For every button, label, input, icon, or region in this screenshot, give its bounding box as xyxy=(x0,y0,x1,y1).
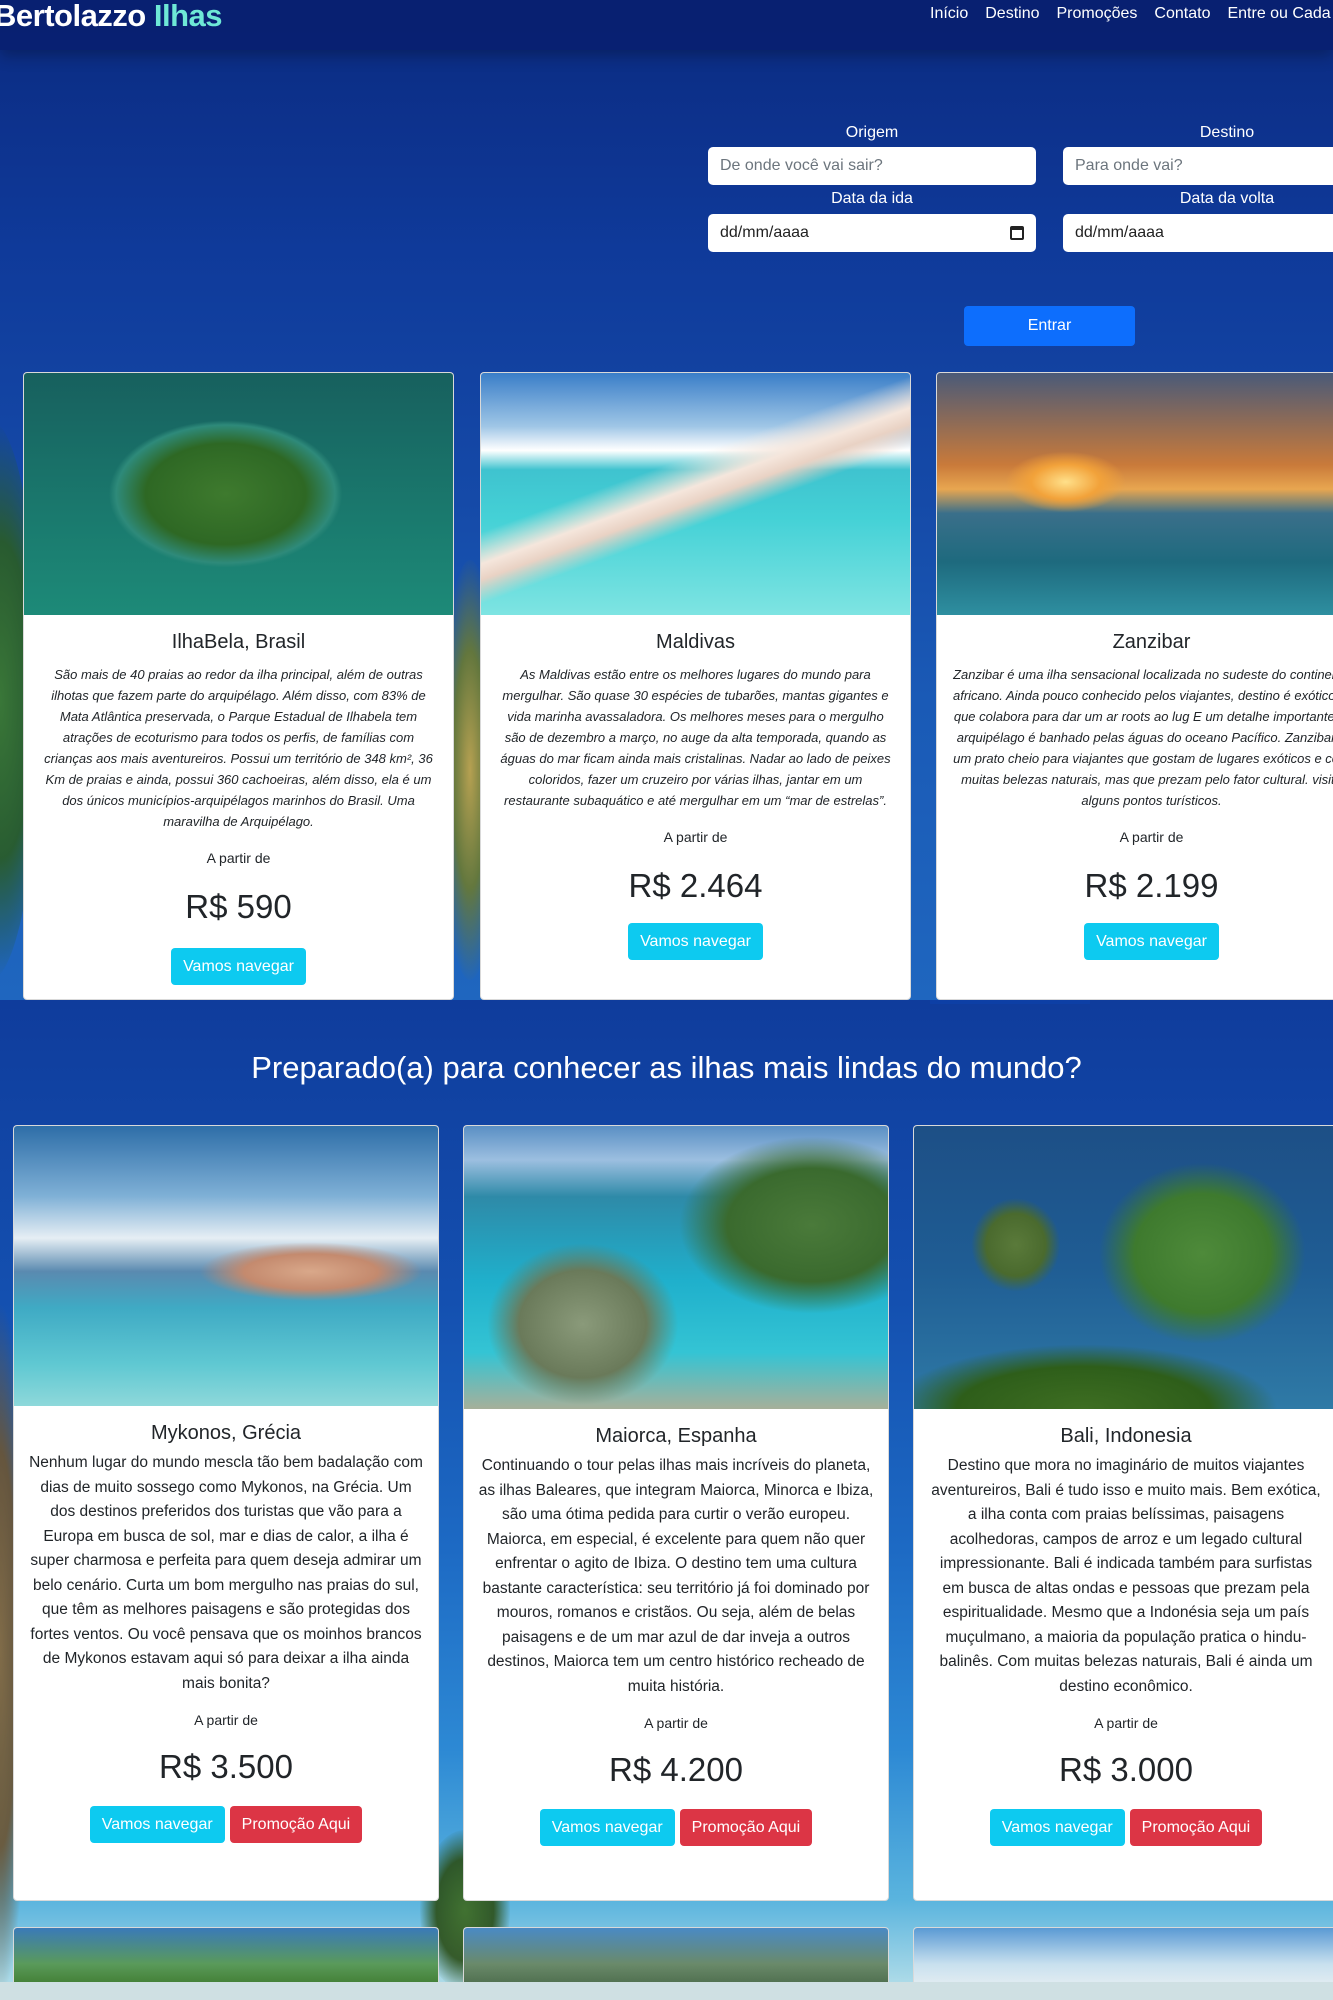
next-photo-1 xyxy=(14,1928,438,1986)
card-price: R$ 3.500 xyxy=(159,1748,293,1785)
nav-link-login[interactable]: Entre ou Cada xyxy=(1227,5,1330,23)
explore-button[interactable]: Vamos navegar xyxy=(89,1806,225,1843)
explore-button[interactable]: Vamos navegar xyxy=(1084,923,1219,960)
featured-card-maldivas: Maldivas As Maldivas estão entre os melh… xyxy=(480,372,911,1000)
nav-link-inicio[interactable]: Início xyxy=(930,5,968,23)
nav-link-promocoes[interactable]: Promoções xyxy=(1057,5,1138,23)
card-title: Maldivas xyxy=(656,631,735,653)
destination-card-bali: Bali, Indonesia Destino que mora no imag… xyxy=(913,1125,1333,1901)
destination-card-next-1 xyxy=(13,1927,439,1987)
volta-label: Data da volta xyxy=(1179,190,1275,207)
featured-card-zanzibar: Zanzibar Zanzibar é uma ilha sensacional… xyxy=(936,372,1333,1000)
explore-button[interactable]: Vamos navegar xyxy=(989,1809,1125,1846)
nav-link-contato[interactable]: Contato xyxy=(1154,5,1210,23)
price-from-label: A partir de xyxy=(644,1715,708,1731)
price-from-label: A partir de xyxy=(194,1712,258,1728)
brand-logo[interactable]: Bertolazzo Ilhas xyxy=(0,0,223,34)
price-from-label: A partir de xyxy=(1094,1715,1158,1731)
promo-button[interactable]: Promoção Aqui xyxy=(679,1809,813,1846)
card-price: R$ 2.464 xyxy=(628,867,763,904)
destination-card-next-3 xyxy=(913,1927,1333,1987)
promo-button[interactable]: Promoção Aqui xyxy=(229,1806,363,1843)
explore-button[interactable]: Vamos navegar xyxy=(539,1809,675,1846)
brand-accent: Ilhas xyxy=(153,0,223,33)
calendar-icon[interactable] xyxy=(1010,226,1024,240)
ida-date-input[interactable]: dd/mm/aaaa xyxy=(708,214,1036,252)
top-navbar: Bertolazzo Ilhas Início Destino Promoçõe… xyxy=(0,0,1333,50)
destino-placeholder: Para onde vai? xyxy=(1075,157,1183,174)
card-actions: Vamos navegar Promoção Aqui xyxy=(14,1806,438,1843)
card-description: Nenhum lugar do mundo mescla tão bem bad… xyxy=(29,1454,423,1692)
next-photo-2 xyxy=(464,1928,888,1986)
bali-photo xyxy=(914,1126,1333,1409)
card-actions: Vamos navegar xyxy=(937,923,1333,960)
card-description: Destino que mora no imaginário de muitos… xyxy=(931,1457,1321,1695)
explore-button[interactable]: Vamos navegar xyxy=(171,948,306,985)
footer-strip xyxy=(0,1982,1333,2000)
zanzibar-photo xyxy=(937,373,1333,615)
card-actions: Vamos navegar xyxy=(24,948,453,985)
card-actions: Vamos navegar Promoção Aqui xyxy=(914,1809,1333,1846)
card-price: R$ 4.200 xyxy=(609,1751,743,1788)
ida-label: Data da ida xyxy=(831,190,913,207)
card-description: São mais de 40 praias ao redor da ilha p… xyxy=(44,667,433,829)
card-title: Zanzibar xyxy=(1112,631,1191,653)
card-description: Continuando o tour pelas ilhas mais incr… xyxy=(478,1457,874,1695)
card-price: R$ 3.000 xyxy=(1059,1751,1193,1788)
origem-placeholder: De onde você vai sair? xyxy=(720,157,883,174)
ida-date-value: dd/mm/aaaa xyxy=(720,224,809,241)
card-title: Maiorca, Espanha xyxy=(595,1425,757,1447)
card-description: As Maldivas estão entre os melhores luga… xyxy=(500,667,891,808)
volta-date-value: dd/mm/aaaa xyxy=(1075,224,1164,241)
card-price: R$ 2.199 xyxy=(1084,867,1219,904)
next-photo-3 xyxy=(914,1928,1333,1986)
card-title: Bali, Indonesia xyxy=(1060,1425,1192,1447)
destination-card-mykonos: Mykonos, Grécia Nenhum lugar do mundo me… xyxy=(13,1125,439,1901)
destino-label: Destino xyxy=(1199,124,1255,141)
card-actions: Vamos navegar xyxy=(481,923,910,960)
destination-card-maiorca: Maiorca, Espanha Continuando o tour pela… xyxy=(463,1125,889,1901)
destino-input[interactable]: Para onde vai? xyxy=(1063,147,1333,185)
card-description: Zanzibar é uma ilha sensacional localiza… xyxy=(952,667,1333,808)
price-from-label: A partir de xyxy=(1119,829,1184,845)
nav-links: Início Destino Promoções Contato Entre o… xyxy=(930,5,1331,23)
section-title: Preparado(a) para conhecer as ilhas mais… xyxy=(251,1050,1082,1085)
maiorca-photo xyxy=(464,1126,888,1409)
card-price: R$ 590 xyxy=(185,888,292,925)
origem-label: Origem xyxy=(845,124,899,141)
price-from-label: A partir de xyxy=(663,829,728,845)
ilhabela-photo xyxy=(24,373,453,615)
enter-button[interactable]: Entrar xyxy=(964,306,1135,346)
promo-button[interactable]: Promoção Aqui xyxy=(1129,1809,1263,1846)
origem-input[interactable]: De onde você vai sair? xyxy=(708,147,1036,185)
maldivas-photo xyxy=(481,373,910,615)
card-title: Mykonos, Grécia xyxy=(150,1422,302,1444)
price-from-label: A partir de xyxy=(206,850,271,866)
featured-card-ilhabela: IlhaBela, Brasil São mais de 40 praias a… xyxy=(23,372,454,1000)
brand-name: Bertolazzo xyxy=(0,0,146,33)
mykonos-photo xyxy=(14,1126,438,1406)
section-divider xyxy=(930,1000,1090,1004)
nav-link-destino[interactable]: Destino xyxy=(985,5,1039,23)
card-title: IlhaBela, Brasil xyxy=(171,631,306,653)
explore-button[interactable]: Vamos navegar xyxy=(628,923,763,960)
volta-date-input[interactable]: dd/mm/aaaa xyxy=(1063,214,1333,252)
card-actions: Vamos navegar Promoção Aqui xyxy=(464,1809,888,1846)
destination-card-next-2 xyxy=(463,1927,889,1987)
